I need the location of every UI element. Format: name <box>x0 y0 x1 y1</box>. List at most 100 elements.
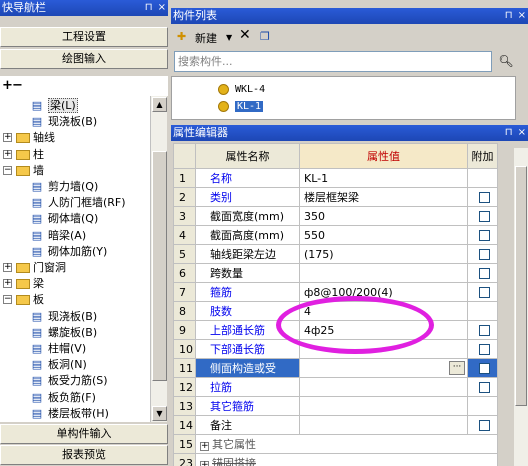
property-value[interactable] <box>299 263 468 283</box>
tree-item[interactable]: + 门窗洞 <box>0 260 66 276</box>
property-row[interactable]: 13 其它箍筋 <box>173 396 498 416</box>
folder-icon <box>16 279 30 290</box>
property-row[interactable]: 2 类别 楼层框架梁 <box>173 187 498 207</box>
attach-checkbox[interactable] <box>479 382 490 393</box>
tree-item[interactable]: ▤ 剪力墙(Q) <box>30 179 98 195</box>
attach-checkbox[interactable] <box>479 268 490 279</box>
single-component-input-button[interactable]: 单构件输入 <box>0 424 168 444</box>
tree-item[interactable]: − 墙 <box>0 163 44 179</box>
property-row[interactable]: 12 拉筋 <box>173 377 498 397</box>
tree-item[interactable]: ▤ 螺旋板(B) <box>30 325 97 341</box>
property-row[interactable]: 3 截面宽度(mm) 350 <box>173 206 498 226</box>
copy-icon[interactable]: ❐ <box>260 30 270 43</box>
list-item-selected[interactable]: KL-1 <box>218 99 264 114</box>
search-icon[interactable]: 🔍︎ <box>496 51 516 72</box>
scroll-thumb[interactable] <box>152 151 167 381</box>
tree-item-label: 墙 <box>33 163 44 177</box>
property-row[interactable]: 10 下部通长筋 <box>173 339 498 359</box>
property-value[interactable]: 350 <box>299 206 468 226</box>
tree-item[interactable]: ▤ 人防门框墙(RF) <box>30 195 126 211</box>
attach-checkbox[interactable] <box>479 211 490 222</box>
property-row[interactable]: 11 侧面构造或受 ··· <box>173 358 498 378</box>
property-value[interactable]: 楼层框架梁 <box>299 187 468 207</box>
ellipsis-button[interactable]: ··· <box>449 361 465 375</box>
attach-checkbox[interactable] <box>479 192 490 203</box>
tree-item[interactable]: ▤ 板负筋(F) <box>30 390 96 406</box>
attach-checkbox[interactable] <box>479 230 490 241</box>
collapse-all-icon[interactable]: − <box>12 78 23 93</box>
close-icon[interactable]: × <box>518 10 526 21</box>
property-row[interactable]: 14 备注 <box>173 415 498 435</box>
property-row[interactable]: 5 轴线距梁左边 (175) <box>173 244 498 264</box>
property-value[interactable]: 550 <box>299 225 468 245</box>
expand-icon[interactable]: + <box>200 442 209 451</box>
tree-scrollbar[interactable]: ▲ ▼ <box>150 96 167 422</box>
property-value[interactable] <box>299 396 468 416</box>
expand-icon[interactable]: + <box>3 133 12 143</box>
tree-item[interactable]: ▤ 现浇板(B) <box>30 114 97 130</box>
expand-icon[interactable]: + <box>3 279 12 289</box>
property-row[interactable]: 8 肢数 4 <box>173 301 498 321</box>
scroll-up-icon[interactable]: ▲ <box>152 97 167 112</box>
report-preview-button[interactable]: 报表预览 <box>0 445 168 465</box>
property-value-text: 4 <box>304 304 311 318</box>
drawing-input-button[interactable]: 绘图输入 <box>0 49 168 69</box>
new-component-icon[interactable]: ✚ <box>177 30 186 43</box>
property-row[interactable]: 6 跨数量 <box>173 263 498 283</box>
pin-icon[interactable]: ⊓ <box>145 2 153 13</box>
tree-item[interactable]: + 柱 <box>0 147 44 163</box>
expand-icon[interactable]: + <box>3 149 12 159</box>
delete-icon[interactable]: ✕ <box>239 27 251 43</box>
attach-checkbox[interactable] <box>479 249 490 260</box>
property-value[interactable] <box>299 415 468 435</box>
property-value[interactable]: 4 <box>299 301 468 321</box>
close-icon[interactable]: × <box>158 2 166 13</box>
tree-item[interactable]: ▤ 梁(L) <box>30 98 78 114</box>
collapse-icon[interactable]: − <box>3 165 12 175</box>
expand-icon[interactable]: + <box>3 263 12 272</box>
attach-checkbox[interactable] <box>479 325 490 336</box>
property-scrollbar[interactable] <box>514 148 528 466</box>
tree-item[interactable]: ▤ 砌体加筋(Y) <box>30 244 108 260</box>
tree-item[interactable]: ▤ 楼层板带(H) <box>30 406 109 422</box>
pin-icon[interactable]: ⊓ <box>505 127 513 138</box>
property-row[interactable]: 7 箍筋 ф8@100/200(4) <box>173 282 498 302</box>
property-row[interactable]: 4 截面高度(mm) 550 <box>173 225 498 245</box>
attach-checkbox[interactable] <box>479 420 490 431</box>
property-row[interactable]: 15 + 其它属性 <box>173 434 498 454</box>
property-row[interactable]: 23 + 锚固搭接 <box>173 453 498 466</box>
attach-checkbox[interactable] <box>479 287 490 298</box>
expand-icon[interactable]: + <box>200 461 209 466</box>
property-row[interactable]: 1 名称 KL-1 <box>173 168 498 188</box>
property-value[interactable] <box>299 339 468 359</box>
tree-item[interactable]: + 轴线 <box>0 130 55 146</box>
project-settings-button[interactable]: 工程设置 <box>0 27 168 47</box>
tree-item[interactable]: ▤ 砌体墙(Q) <box>30 211 98 227</box>
tree-item[interactable]: ▤ 板洞(N) <box>30 357 87 373</box>
property-value[interactable] <box>299 377 468 397</box>
property-value[interactable]: 4ф25 <box>299 320 468 340</box>
tree-item[interactable]: ▤ 现浇板(B) <box>30 309 97 325</box>
new-button[interactable]: 新建 <box>195 30 217 46</box>
tree-item[interactable]: ▤ 板受力筋(S) <box>30 373 108 389</box>
property-row[interactable]: 9 上部通长筋 4ф25 <box>173 320 498 340</box>
tree-item[interactable]: ▤ 柱帽(V) <box>30 341 86 357</box>
scroll-thumb[interactable] <box>515 166 527 406</box>
tree-item[interactable]: − 板 <box>0 292 44 308</box>
scroll-down-icon[interactable]: ▼ <box>152 406 167 421</box>
property-value[interactable]: ··· <box>299 358 468 378</box>
attach-checkbox[interactable] <box>479 363 490 374</box>
collapse-icon[interactable]: − <box>3 295 12 305</box>
component-search-input[interactable]: 搜索构件... <box>174 51 492 72</box>
property-value[interactable]: KL-1 <box>299 168 468 188</box>
close-icon[interactable]: × <box>518 127 526 138</box>
attach-cell <box>467 225 498 245</box>
pin-icon[interactable]: ⊓ <box>505 10 513 21</box>
attach-checkbox[interactable] <box>479 344 490 355</box>
property-value[interactable]: (175) <box>299 244 468 264</box>
property-value[interactable]: ф8@100/200(4) <box>299 282 468 302</box>
list-item[interactable]: WKL-4 <box>218 82 265 97</box>
dropdown-arrow-icon[interactable]: ▼ <box>226 33 232 42</box>
tree-item[interactable]: ▤ 暗梁(A) <box>30 228 86 244</box>
tree-item[interactable]: + 梁 <box>0 276 44 292</box>
